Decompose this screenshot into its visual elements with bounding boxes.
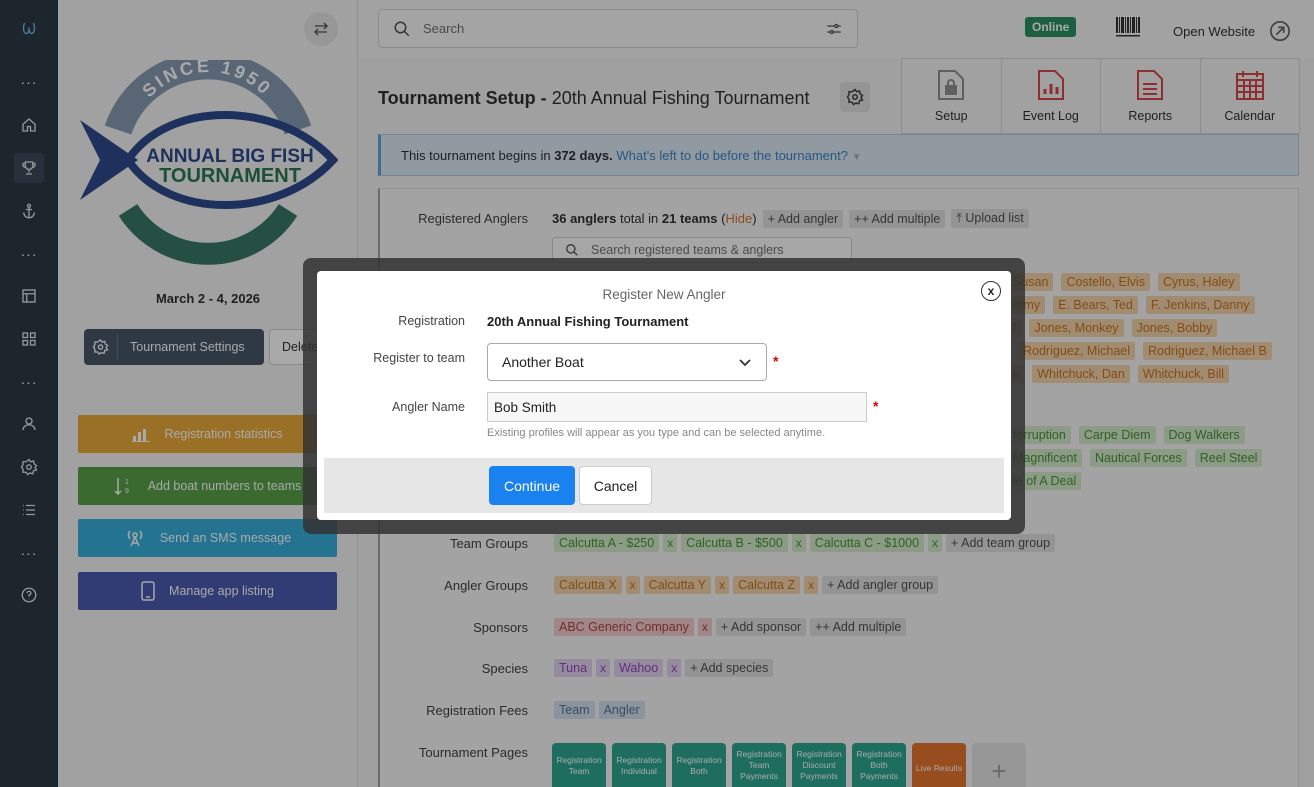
team-select[interactable]: Another Boat bbox=[487, 343, 767, 381]
required-mark: * bbox=[773, 353, 779, 369]
close-icon[interactable]: x bbox=[981, 281, 1001, 301]
dialog-footer: Continue Cancel bbox=[324, 458, 1004, 513]
angler-name-label: Angler Name bbox=[392, 400, 465, 414]
registration-label: Registration bbox=[398, 314, 465, 328]
team-select-value: Another Boat bbox=[502, 354, 584, 370]
cancel-button[interactable]: Cancel bbox=[579, 466, 652, 505]
team-label: Register to team bbox=[373, 351, 465, 365]
required-mark: * bbox=[873, 398, 879, 414]
app-root: ··· ··· ··· ··· SINCE 1950 ANNUAL BIG FI… bbox=[0, 0, 1314, 787]
register-angler-dialog: Register New Angler x Registration 20th … bbox=[317, 271, 1011, 520]
angler-name-input[interactable] bbox=[487, 392, 867, 422]
dialog-title: Register New Angler bbox=[602, 287, 726, 302]
angler-name-help: Existing profiles will appear as you typ… bbox=[487, 427, 826, 439]
registration-value: 20th Annual Fishing Tournament bbox=[487, 314, 689, 329]
continue-button[interactable]: Continue bbox=[489, 466, 575, 505]
chevron-down-icon bbox=[739, 359, 751, 367]
